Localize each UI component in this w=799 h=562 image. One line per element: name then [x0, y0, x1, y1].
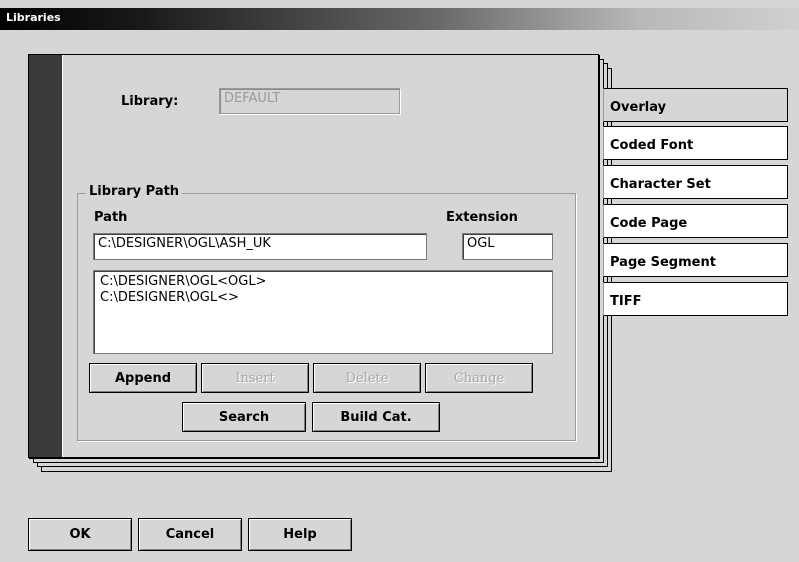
extension-label: Extension [446, 210, 518, 225]
tab-tiff[interactable]: TIFF [603, 282, 788, 316]
help-button[interactable]: Help [248, 518, 352, 551]
change-button[interactable]: Change [425, 363, 533, 393]
window-title: Libraries [6, 11, 61, 24]
path-input[interactable]: C:\DESIGNER\OGL\ASH_UK [93, 233, 427, 260]
extension-input[interactable]: OGL [462, 233, 553, 260]
panel-spine [29, 55, 62, 457]
insert-button[interactable]: Insert [201, 363, 309, 393]
tab-code-page[interactable]: Code Page [603, 204, 788, 238]
library-path-list[interactable]: C:\DESIGNER\OGL<OGL> C:\DESIGNER\OGL<> [93, 270, 553, 354]
library-path-title: Library Path [86, 184, 183, 199]
list-item[interactable]: C:\DESIGNER\OGL<OGL> [100, 274, 546, 290]
path-label: Path [94, 210, 128, 225]
ok-button[interactable]: OK [28, 518, 132, 551]
build-cat-button[interactable]: Build Cat. [312, 402, 440, 432]
delete-button[interactable]: Delete [313, 363, 421, 393]
tab-character-set[interactable]: Character Set [603, 165, 788, 199]
tab-coded-font[interactable]: Coded Font [603, 126, 788, 160]
library-field: DEFAULT [219, 88, 400, 114]
search-button[interactable]: Search [182, 402, 306, 432]
title-bar: Libraries [0, 8, 799, 30]
tab-page-segment[interactable]: Page Segment [603, 243, 788, 277]
append-button[interactable]: Append [89, 363, 197, 393]
list-item[interactable]: C:\DESIGNER\OGL<> [100, 290, 546, 306]
cancel-button[interactable]: Cancel [138, 518, 242, 551]
tab-overlay[interactable]: Overlay [603, 88, 788, 122]
library-label: Library: [121, 94, 179, 109]
